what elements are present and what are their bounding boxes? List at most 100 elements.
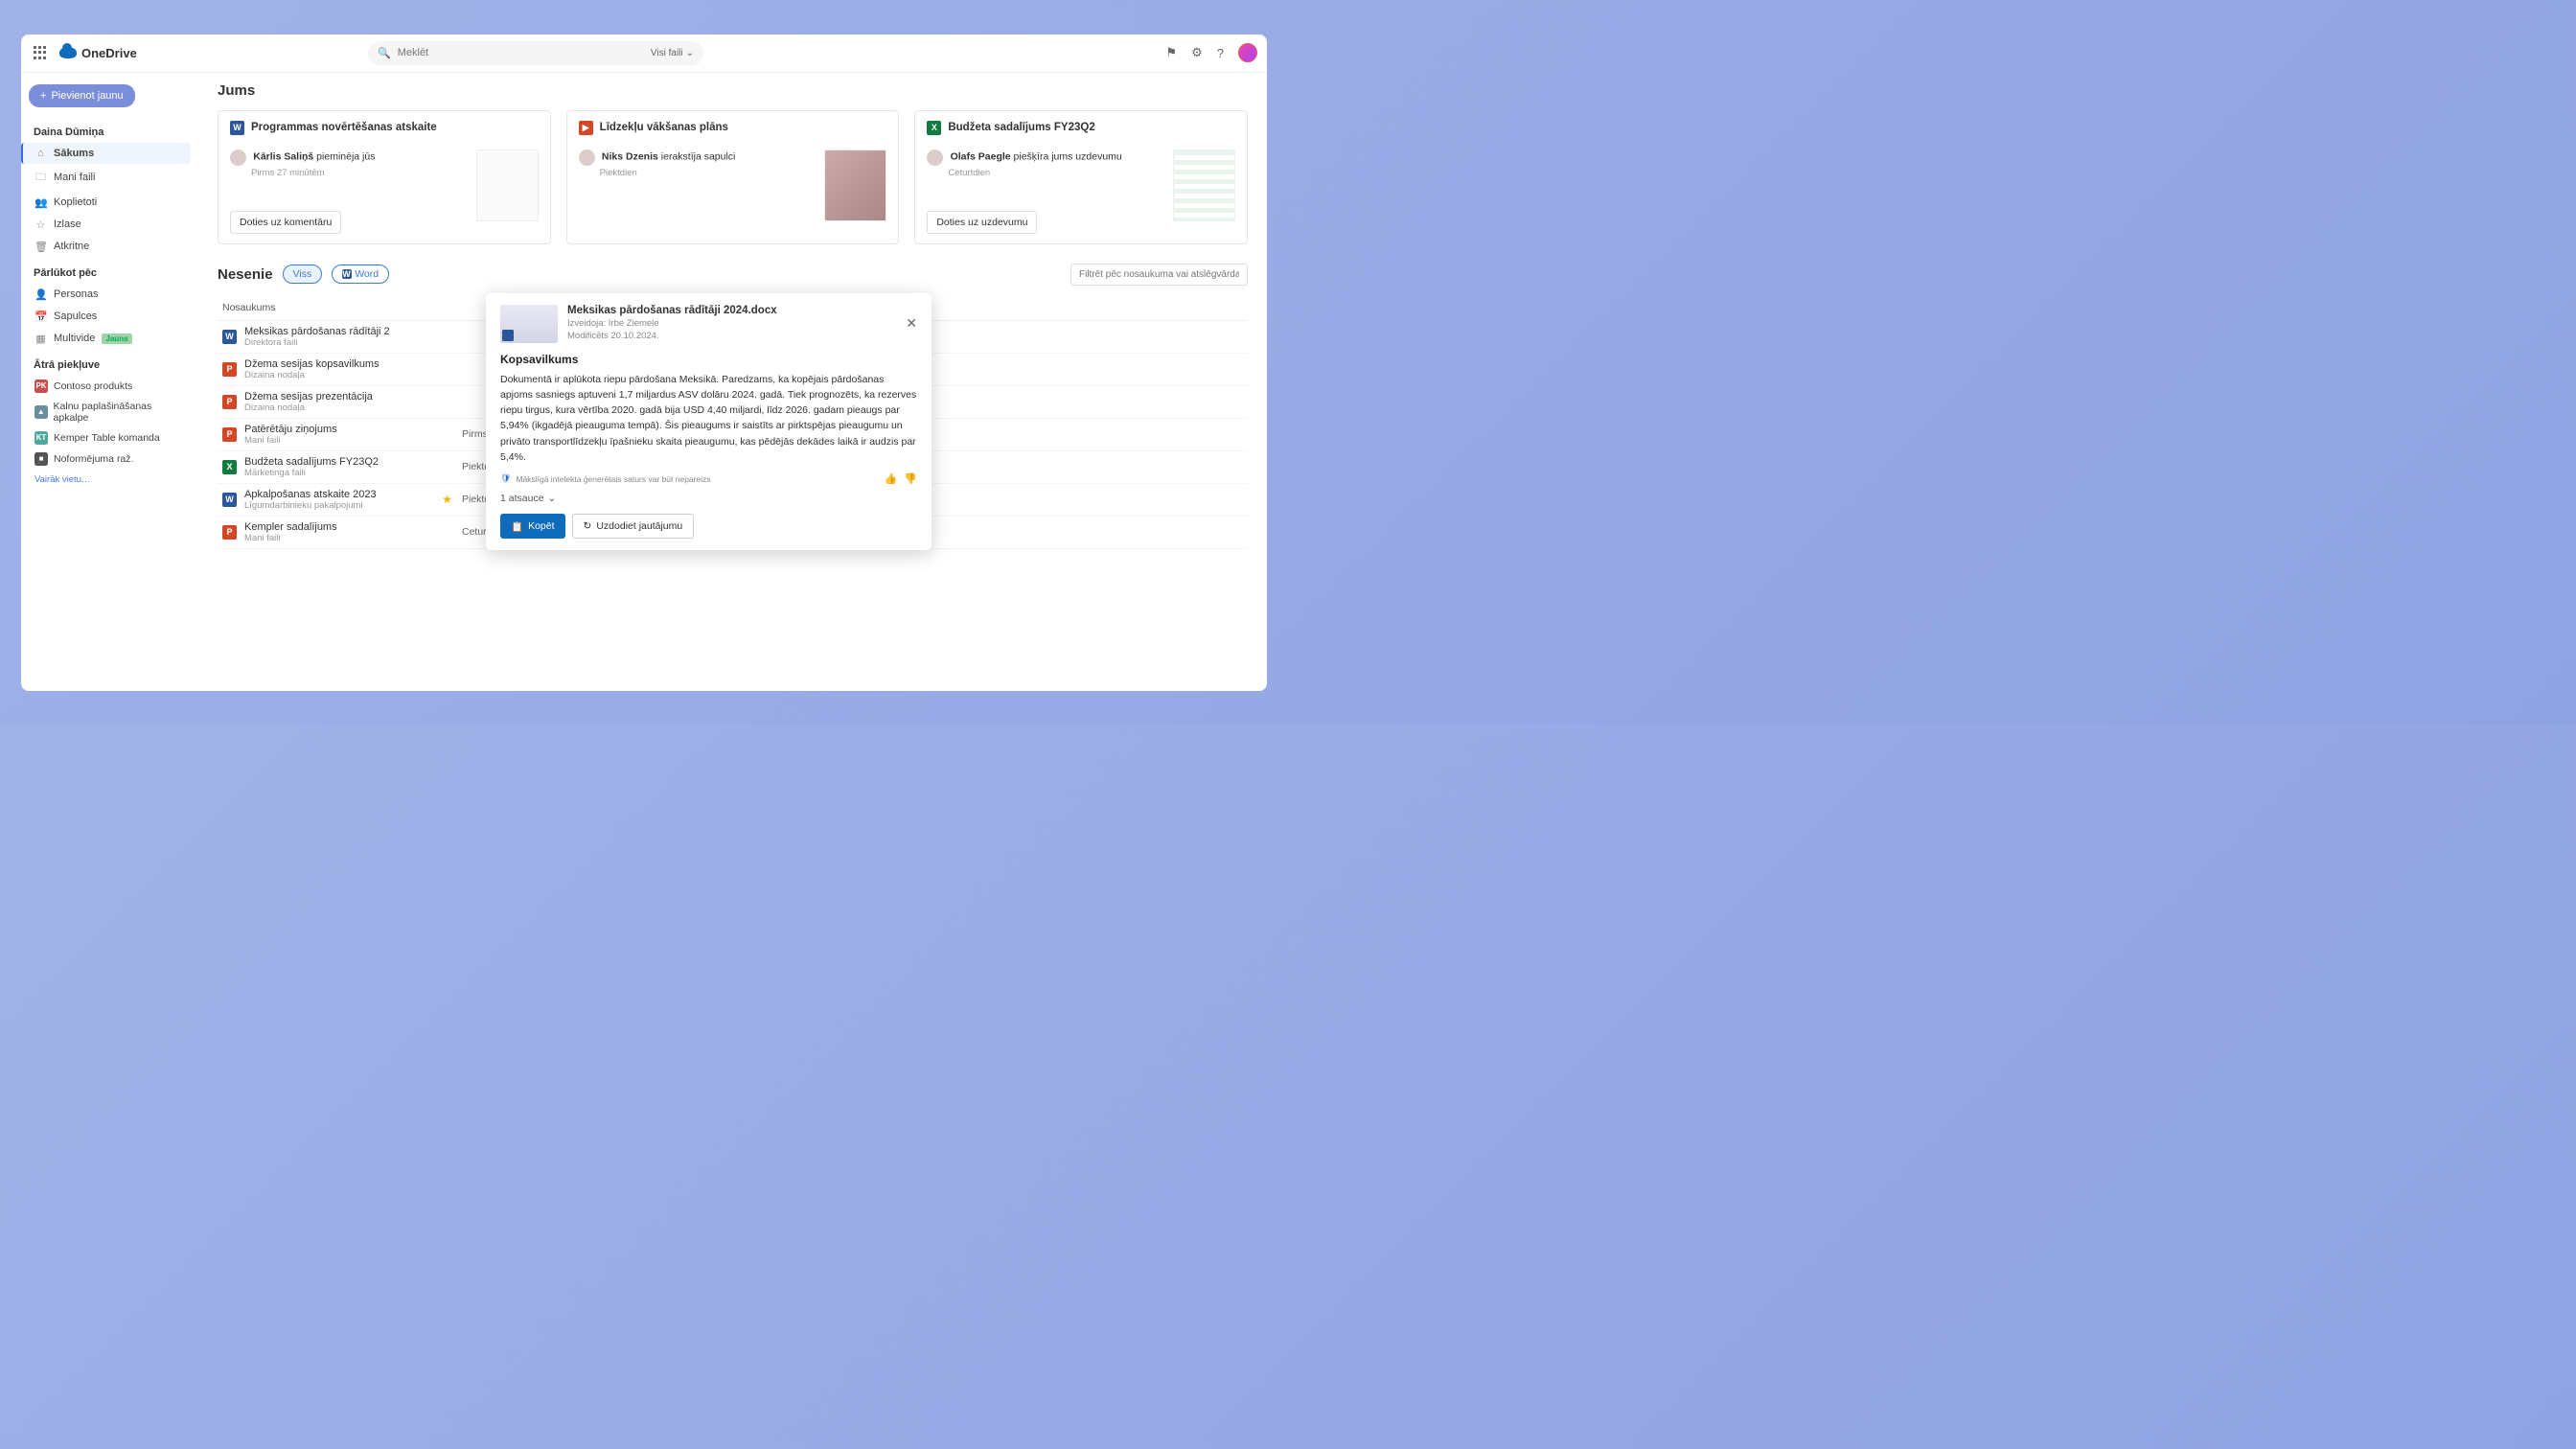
file-location: Direktora faili — [244, 337, 390, 348]
search-scope-dropdown[interactable]: Visi faili ⌄ — [651, 48, 694, 58]
quick-label: Noformējuma raž. — [54, 453, 133, 465]
more-places-link[interactable]: Vairāk vietu… — [29, 470, 191, 490]
thumbs-down-icon[interactable]: 👎 — [904, 472, 917, 485]
file-location: Dizaina nodaļa — [244, 402, 373, 413]
file-type-icon: W — [222, 330, 237, 344]
ai-disclaimer: Mākslīgā intelekta ģenerētais saturs var… — [516, 474, 710, 484]
calendar-icon: 📅 — [34, 310, 47, 323]
onedrive-icon — [59, 47, 77, 58]
folder-icon: 🗀 — [34, 169, 47, 187]
person-avatar — [579, 150, 595, 166]
card-action-button[interactable]: Doties uz uzdevumu — [927, 211, 1037, 234]
nav-meetings[interactable]: 📅 Sapulces — [29, 306, 191, 328]
card-action-button[interactable]: Doties uz komentāru — [230, 211, 341, 234]
browse-title: Pārlūkot pēc — [29, 263, 191, 284]
search-input[interactable] — [398, 47, 644, 58]
th-name: Nosaukums — [222, 302, 462, 313]
help-icon[interactable]: ? — [1217, 46, 1224, 60]
nav-recycle[interactable]: 🗑 Atkritne — [29, 236, 191, 258]
star-icon[interactable]: ★ — [442, 493, 452, 506]
file-type-icon: W — [222, 493, 237, 507]
quick-item[interactable]: ▲ Kalnu paplašināšanas apkalpe — [29, 397, 191, 427]
file-summary-popover: Meksikas pārdošanas rādītāji 2024.docx I… — [486, 293, 932, 551]
quick-title: Ātrā piekļuve — [29, 355, 191, 376]
quick-label: Contoso produkts — [54, 380, 132, 392]
for-you-card[interactable]: ▶ Līdzekļu vākšanas plāns Niks Dzenis ie… — [566, 110, 900, 244]
card-preview — [1173, 150, 1235, 221]
recent-title: Nesenie — [218, 266, 273, 283]
file-type-icon: ▶ — [579, 121, 593, 135]
copy-button[interactable]: 📋 Kopēt — [500, 514, 565, 539]
copy-label: Kopēt — [528, 520, 554, 532]
chevron-down-icon: ⌄ — [548, 493, 557, 504]
people-icon: 👥 — [34, 196, 47, 209]
file-name: Apkalpošanas atskaite 2023 — [244, 489, 377, 500]
nav-shared[interactable]: 👥Koplietoti — [29, 192, 191, 214]
close-icon[interactable]: ✕ — [906, 305, 917, 343]
for-you-card[interactable]: W Programmas novērtēšanas atskaite Kārli… — [218, 110, 551, 244]
nav-favorites[interactable]: ☆Izlase — [29, 214, 191, 236]
file-type-icon: X — [222, 460, 237, 474]
logo-area: OneDrive — [59, 46, 137, 60]
nav-myfiles[interactable]: 🗀 Mani faili — [29, 164, 191, 192]
search-scope-label: Visi faili — [651, 48, 683, 58]
file-location: Mani faili — [244, 533, 337, 543]
filter-input[interactable] — [1070, 264, 1248, 286]
quick-item[interactable]: PK Contoso produkts — [29, 376, 191, 397]
search-icon: 🔍 — [378, 47, 391, 59]
nav-home-label: Sākums — [54, 148, 94, 159]
nav-media-label: Multivide — [54, 333, 95, 344]
pill-word[interactable]: WWord — [332, 264, 389, 284]
thumbs-up-icon[interactable]: 👍 — [885, 472, 898, 485]
file-location: Līgumdarbinieku pakalpojumi — [244, 500, 377, 511]
nav-home[interactable]: ⌂ Sākums — [21, 143, 191, 164]
nav-people[interactable]: 👤 Personas — [29, 284, 191, 306]
media-icon: ▦ — [34, 333, 47, 345]
quick-item[interactable]: ■ Noformējuma raž. — [29, 448, 191, 470]
card-title: Budžeta sadalījums FY23Q2 — [948, 122, 1094, 133]
pill-all[interactable]: Viss — [283, 264, 323, 284]
references-toggle[interactable]: 1 atsauce ⌄ — [500, 493, 917, 504]
nav-recycle-label: Atkritne — [54, 241, 89, 252]
nav-media[interactable]: ▦ Multivide Jauns — [29, 328, 191, 350]
quick-icon: ▲ — [34, 405, 48, 419]
for-you-card[interactable]: X Budžeta sadalījums FY23Q2 Olafs Paegle… — [914, 110, 1248, 244]
app-launcher-icon[interactable] — [31, 43, 50, 62]
search-bar[interactable]: 🔍 Visi faili ⌄ — [368, 41, 703, 65]
home-icon: ⌂ — [34, 148, 47, 159]
card-time: Ceturtdien — [948, 168, 1166, 178]
gear-icon[interactable]: ⚙ — [1191, 45, 1203, 60]
new-badge: Jauns — [102, 334, 131, 344]
quick-item[interactable]: KT Kemper Table komanda — [29, 427, 191, 448]
file-name: Budžeta sadalījums FY23Q2 — [244, 456, 379, 468]
card-activity: Niks Dzenis ierakstīja sapulci — [602, 150, 736, 162]
quick-label: Kalnu paplašināšanas apkalpe — [54, 401, 185, 424]
nav-people-label: Personas — [54, 288, 98, 300]
person-avatar — [230, 150, 246, 166]
copy-icon: 📋 — [511, 520, 523, 533]
file-type-icon: W — [230, 121, 244, 135]
nav-myfiles-label: Mani faili — [54, 172, 95, 183]
word-icon: W — [342, 269, 352, 279]
popover-title: Meksikas pārdošanas rādītāji 2024.docx — [567, 305, 896, 316]
popover-summary-heading: Kopsavilkums — [500, 353, 917, 366]
card-preview — [476, 150, 539, 221]
add-new-label: Pievienot jaunu — [51, 90, 123, 102]
references-label: 1 atsauce — [500, 493, 544, 504]
trash-icon: 🗑 — [34, 241, 47, 253]
file-type-icon: P — [222, 525, 237, 540]
topbar: OneDrive 🔍 Visi faili ⌄ ⚑ ⚙ ? — [21, 34, 1267, 73]
person-icon: 👤 — [34, 288, 47, 301]
shield-icon: 🛡 — [500, 473, 511, 484]
avatar[interactable] — [1238, 43, 1257, 62]
chevron-down-icon: ⌄ — [686, 48, 694, 58]
card-title: Programmas novērtēšanas atskaite — [251, 122, 437, 133]
add-new-button[interactable]: +Pievienot jaunu — [29, 84, 135, 107]
star-icon: ☆ — [34, 218, 47, 231]
quick-icon: PK — [34, 380, 48, 393]
flag-icon[interactable]: ⚑ — [1165, 45, 1177, 60]
card-activity: Kārlis Saliņš pieminēja jūs — [253, 150, 375, 162]
file-location: Dizaina nodaļa — [244, 370, 380, 380]
ask-question-button[interactable]: ↻Uzdodiet jautājumu — [572, 514, 695, 539]
nav-meetings-label: Sapulces — [54, 310, 97, 322]
